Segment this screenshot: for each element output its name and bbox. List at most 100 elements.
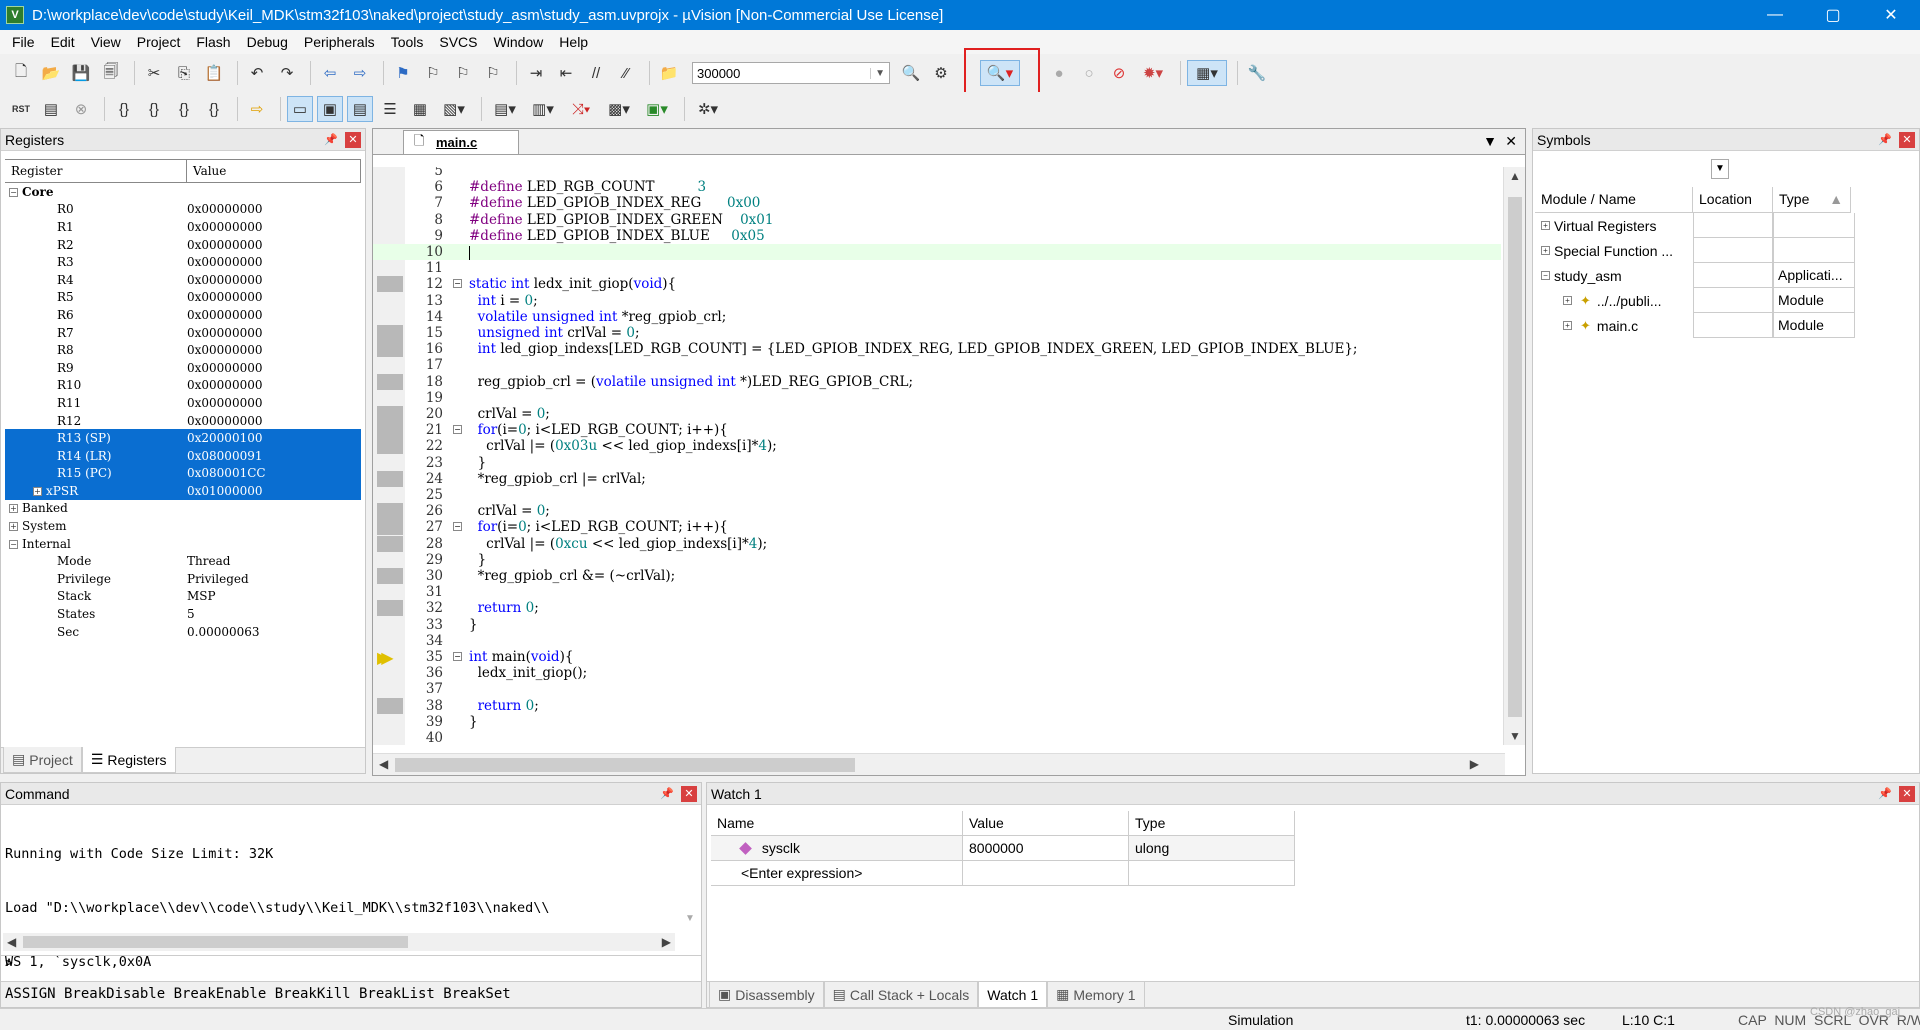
register-value[interactable]: 0x080001CC <box>187 466 361 480</box>
code-line[interactable]: 12− static int ledx_init_giop(void){ <box>373 276 1501 292</box>
serial-window-icon[interactable]: ▥▾ <box>526 96 560 122</box>
menu-view[interactable]: View <box>83 34 129 50</box>
register-value[interactable]: 0x00000000 <box>187 273 361 287</box>
save-all-icon[interactable]: 🗐 <box>98 60 124 86</box>
expand-icon[interactable]: + <box>9 504 18 514</box>
find-icon[interactable]: 🔍 <box>898 60 924 86</box>
run-icon[interactable]: ▤ <box>38 96 64 122</box>
find-in-files-icon[interactable]: 📁 <box>656 60 682 86</box>
type-column-header[interactable]: Type <box>1129 811 1295 836</box>
fold-icon[interactable]: − <box>453 425 462 435</box>
scroll-thumb[interactable] <box>23 936 408 948</box>
name-column-header[interactable]: Name <box>711 811 963 836</box>
code-line[interactable]: 22 crlVal |= (0x03u << led_giop_indexs[i… <box>373 438 1501 454</box>
code-coverage-marker[interactable] <box>377 276 403 293</box>
analysis-window-icon[interactable]: ⤨▾ <box>564 96 598 122</box>
register-row[interactable]: − Core <box>5 183 361 201</box>
pin-icon[interactable]: 📌 <box>1877 786 1893 802</box>
command-window-icon[interactable]: ▭ <box>287 96 313 122</box>
code-line[interactable]: 25 <box>373 487 1501 503</box>
symbol-row[interactable]: + ✦ ../../publi... <box>1563 288 1662 313</box>
registers-window-icon[interactable]: ☰ <box>377 96 403 122</box>
collapse-icon[interactable]: − <box>9 187 18 197</box>
insert-breakpoint-icon[interactable]: ● <box>1046 60 1072 86</box>
code-line[interactable]: 33} <box>373 617 1501 633</box>
register-value[interactable]: 0x00000000 <box>187 414 361 428</box>
toolbox-icon[interactable]: ✲▾ <box>691 96 725 122</box>
expand-icon[interactable]: + <box>1563 296 1572 305</box>
menu-edit[interactable]: Edit <box>43 34 83 50</box>
close-icon[interactable]: ✕ <box>345 132 361 148</box>
disable-breakpoints-icon[interactable]: ⊘ <box>1106 60 1132 86</box>
scroll-thumb[interactable] <box>1508 197 1522 717</box>
code-line[interactable]: 40 <box>373 730 1501 745</box>
code-coverage-marker[interactable] <box>377 422 403 439</box>
watch-row[interactable]: sysclk 8000000 ulong <box>711 836 1295 861</box>
register-value[interactable]: 0x00000000 <box>187 202 361 216</box>
redo-icon[interactable]: ↷ <box>274 60 300 86</box>
tab-call-stack[interactable]: ▤ Call Stack + Locals <box>823 982 979 1008</box>
register-value[interactable]: 0x01000000 <box>187 484 361 498</box>
register-row[interactable]: R11 0x00000000 <box>5 394 361 412</box>
menu-debug[interactable]: Debug <box>239 34 296 50</box>
register-value[interactable]: 5 <box>187 607 361 621</box>
code-line[interactable]: 16 int led_giop_indexs[LED_RGB_COUNT] = … <box>373 341 1501 357</box>
nav-forward-icon[interactable]: ⇨ <box>347 60 373 86</box>
maximize-button[interactable]: ▢ <box>1804 0 1862 30</box>
code-line[interactable]: 38 return 0; <box>373 697 1501 714</box>
open-file-icon[interactable]: 📂 <box>38 60 64 86</box>
undo-icon[interactable]: ↶ <box>244 60 270 86</box>
paste-icon[interactable]: 📋 <box>201 60 227 86</box>
scroll-left-icon[interactable]: ◀ <box>379 757 388 771</box>
code-coverage-marker[interactable] <box>377 438 403 455</box>
register-column-header[interactable]: Register <box>5 160 187 182</box>
copy-icon[interactable]: ⎘ <box>171 60 197 86</box>
code-line[interactable]: 19 <box>373 390 1501 406</box>
call-stack-icon[interactable]: ▦ <box>407 96 433 122</box>
menu-flash[interactable]: Flash <box>188 34 238 50</box>
step-into-icon[interactable]: {} <box>111 96 137 122</box>
code-line[interactable]: 28 crlVal |= (0xcu << led_giop_indexs[i]… <box>373 535 1501 552</box>
register-row[interactable]: States 5 <box>5 605 361 623</box>
code-line[interactable]: 23 } <box>373 455 1501 471</box>
tab-disassembly[interactable]: ▣ Disassembly <box>709 982 824 1008</box>
register-value[interactable]: Thread <box>187 554 361 568</box>
incremental-find-icon[interactable]: ⚙ <box>928 60 954 86</box>
code-line[interactable]: 32 return 0; <box>373 600 1501 616</box>
code-line[interactable]: 6 #define LED_RGB_COUNT 3 <box>373 179 1501 195</box>
close-button[interactable]: ✕ <box>1862 0 1920 30</box>
bookmark-next-icon[interactable]: ⚐ <box>450 60 476 86</box>
collapse-icon[interactable]: − <box>9 539 18 549</box>
menu-svcs[interactable]: SVCS <box>431 34 485 50</box>
register-row[interactable]: R1 0x00000000 <box>5 218 361 236</box>
uncomment-icon[interactable]: ⁄⁄ <box>613 60 639 86</box>
nav-back-icon[interactable]: ⇦ <box>317 60 343 86</box>
register-value[interactable]: 0x00000000 <box>187 361 361 375</box>
trace-window-icon[interactable]: ▩▾ <box>602 96 636 122</box>
register-row[interactable]: R3 0x00000000 <box>5 253 361 271</box>
symbol-row[interactable]: − study_asm <box>1541 263 1622 288</box>
code-line[interactable]: 11 <box>373 260 1501 276</box>
register-value[interactable]: 0x00000000 <box>187 343 361 357</box>
watch-value[interactable] <box>963 861 1129 886</box>
register-value[interactable]: 0.00000063 <box>187 625 361 639</box>
code-line[interactable]: 9 #define LED_GPIOB_INDEX_BLUE 0x05 <box>373 228 1501 244</box>
register-value[interactable]: 0x00000000 <box>187 396 361 410</box>
type-column-header[interactable]: Type ▲ <box>1773 187 1851 212</box>
configure-icon[interactable]: 🔧 <box>1244 60 1270 86</box>
register-value[interactable]: 0x00000000 <box>187 255 361 269</box>
register-row[interactable]: R7 0x00000000 <box>5 324 361 342</box>
register-row[interactable]: R6 0x00000000 <box>5 306 361 324</box>
register-row[interactable]: R13 (SP) 0x20000100 <box>5 429 361 447</box>
code-line[interactable]: 27− for(i=0; i<LED_RGB_COUNT; i++){ <box>373 519 1501 535</box>
code-coverage-marker[interactable] <box>377 697 403 714</box>
code-line[interactable]: 14 volatile unsigned int *reg_gpiob_crl; <box>373 309 1501 325</box>
register-value[interactable]: 0x00000000 <box>187 220 361 234</box>
register-row[interactable]: Stack MSP <box>5 588 361 606</box>
expand-icon[interactable]: + <box>1563 321 1572 330</box>
code-coverage-marker[interactable] <box>377 373 403 390</box>
close-icon[interactable]: ✕ <box>1899 786 1915 802</box>
code-coverage-marker[interactable] <box>377 519 403 536</box>
register-row[interactable]: R12 0x00000000 <box>5 412 361 430</box>
step-out-icon[interactable]: {} <box>171 96 197 122</box>
